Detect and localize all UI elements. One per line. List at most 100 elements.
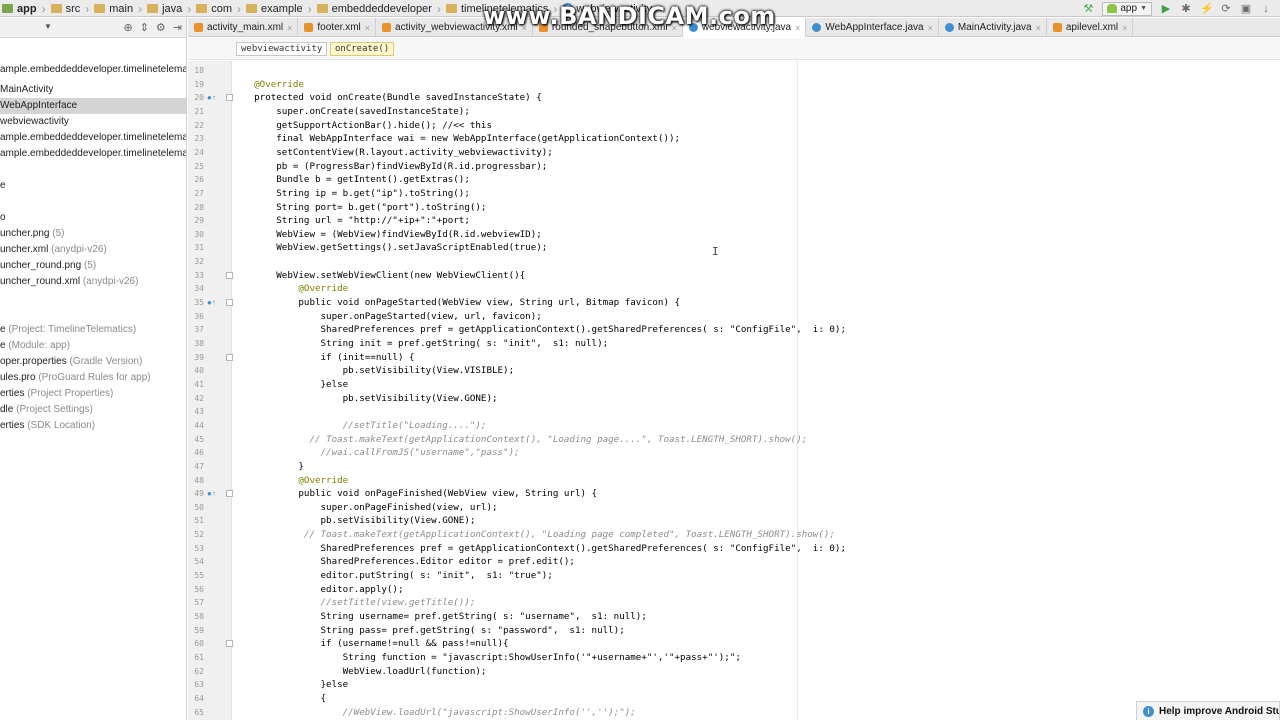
close-icon[interactable]: × [928, 23, 933, 33]
folder-icon [316, 4, 328, 13]
code-line: @Override [232, 474, 349, 486]
mouse-cursor-icon: I [712, 245, 719, 258]
breadcrumb-label: example [261, 2, 303, 15]
tab-label: WebAppInterface.java [825, 22, 924, 33]
editor-tab[interactable]: footer.xml × [298, 18, 377, 37]
chevron-down-icon[interactable]: ▼ [44, 22, 52, 31]
gear-icon[interactable]: ⚙ [156, 21, 166, 34]
override-marker-icon[interactable]: ●↑ [207, 487, 216, 500]
close-icon[interactable]: × [1036, 23, 1041, 33]
code-line: final WebAppInterface wai = new WebAppIn… [232, 133, 681, 145]
tree-item[interactable]: ules.pro (ProGuard Rules for app) [0, 370, 186, 386]
breadcrumb-label: embeddeddeveloper [331, 2, 432, 15]
line-number: 21 [194, 106, 204, 116]
profile-icon[interactable]: ⚡ [1200, 3, 1214, 15]
notification-balloon[interactable]: i Help improve Android Stud [1136, 701, 1280, 720]
folder-icon [2, 4, 13, 13]
tree-item[interactable]: MainActivity [0, 82, 186, 98]
tree-item-hint: (anydpi-v26) [80, 276, 139, 287]
close-icon[interactable]: × [1122, 23, 1127, 33]
line-number: 57 [194, 598, 204, 608]
sync-icon[interactable]: ⟳ [1220, 3, 1232, 15]
tree-item-hint: (SDK Location) [24, 420, 96, 431]
line-number: 49 [194, 489, 204, 499]
make-project-icon[interactable]: ⚒ [1082, 3, 1094, 15]
breadcrumb-item[interactable]: java [145, 0, 184, 17]
tree-item[interactable]: uncher_round.png (5) [0, 258, 186, 274]
editor-tab[interactable]: WebAppInterface.java × [806, 18, 939, 37]
code-line: @Override [232, 78, 304, 90]
line-number: 40 [194, 366, 204, 376]
tree-item[interactable]: oper.properties (Gradle Version) [0, 354, 186, 370]
line-number: 38 [194, 339, 204, 348]
toolbar: ⚒ app ▼ ▶ ✱ ⚡ ⟳ ▣ ↓ [1082, 0, 1280, 17]
breadcrumb-item[interactable]: app [0, 0, 39, 17]
tree-item[interactable]: e [0, 178, 186, 194]
debug-icon[interactable]: ✱ [1180, 3, 1192, 15]
collapse-all-icon[interactable]: ⇕ [140, 21, 149, 34]
breadcrumb-method[interactable]: onCreate() [330, 42, 395, 56]
tree-item[interactable]: erties (SDK Location) [0, 418, 186, 434]
tree-item-label: WebAppInterface [0, 100, 78, 111]
code-line: // Toast.makeText(getApplicationContext(… [232, 433, 808, 445]
tree-item[interactable]: webviewactivity [0, 114, 186, 130]
line-number: 56 [194, 584, 204, 594]
breadcrumb-item[interactable]: com [194, 0, 234, 17]
code-line: String username= pref.getString( s: "use… [232, 611, 647, 622]
tree-item[interactable]: e (Project: TimelineTelematics) [0, 322, 186, 338]
info-icon: i [1143, 705, 1154, 717]
run-config-select[interactable]: app ▼ [1102, 1, 1152, 16]
tab-label: MainActivity.java [957, 22, 1032, 33]
close-icon[interactable]: × [287, 23, 292, 33]
tree-item[interactable]: uncher.xml (anydpi-v26) [0, 242, 186, 258]
close-icon[interactable]: × [795, 23, 800, 33]
breadcrumb-item[interactable]: example [244, 0, 305, 17]
avd-manager-icon[interactable]: ▣ [1240, 3, 1252, 15]
tree-item-hint: (Gradle Version) [66, 356, 143, 367]
breadcrumb-class[interactable]: webviewactivity [236, 42, 328, 56]
tree-item[interactable]: e (Module: app) [0, 338, 186, 354]
folder-icon [445, 4, 457, 13]
line-number: 31 [194, 243, 204, 253]
line-number: 18 [194, 66, 204, 75]
tree-item-hint: (5) [81, 260, 97, 271]
line-number: 45 [194, 434, 204, 444]
breadcrumb-item[interactable]: main [92, 0, 135, 17]
tree-item[interactable]: uncher.png (5) [0, 226, 186, 242]
tree-item[interactable]: erties (Project Properties) [0, 386, 186, 402]
override-marker-icon[interactable]: ●↑ [207, 91, 216, 104]
sdk-manager-icon[interactable]: ↓ [1260, 3, 1272, 15]
tree-item[interactable]: ample.embeddeddeveloper.timelinetelemati [0, 62, 186, 78]
notification-text: Help improve Android Stud [1159, 705, 1280, 717]
run-icon[interactable]: ▶ [1160, 3, 1172, 15]
tree-item[interactable]: WebAppInterface [0, 98, 186, 114]
line-number: 32 [194, 257, 204, 267]
line-number: 52 [194, 530, 204, 540]
tree-item[interactable]: ample.embeddeddeveloper.timelinetelemati [0, 130, 186, 146]
scroll-from-source-icon[interactable]: ⊕ [123, 21, 132, 34]
editor-tab[interactable]: MainActivity.java × [939, 18, 1047, 37]
code-line: super.onPageFinished(view, url); [232, 501, 498, 513]
code-line: @Override [232, 283, 349, 295]
tree-item[interactable]: dle (Project Settings) [0, 402, 186, 418]
tree-item[interactable]: uncher_round.xml (anydpi-v26) [0, 274, 186, 290]
code-line: WebView.getSettings().setJavaScriptEnabl… [232, 242, 548, 254]
xml-file-icon [194, 23, 203, 32]
breadcrumb-separator: › [436, 1, 441, 16]
hide-icon[interactable]: ⇥ [173, 21, 182, 34]
line-number: 61 [194, 652, 204, 662]
code-editor[interactable]: @Override protected void onCreate(Bundle… [232, 61, 1280, 720]
run-config-label: app [1120, 3, 1138, 14]
breadcrumb-item[interactable]: src [49, 0, 83, 17]
override-marker-icon[interactable]: ●↑ [207, 296, 216, 309]
tree-item-label: MainActivity [0, 84, 54, 95]
close-icon[interactable]: × [365, 23, 370, 33]
breadcrumb-item[interactable]: embeddeddeveloper [315, 0, 434, 17]
editor-tab[interactable]: apilevel.xml × [1047, 18, 1134, 37]
code-line: SharedPreferences pref = getApplicationC… [232, 324, 846, 336]
editor-tab[interactable]: activity_main.xml × [188, 18, 299, 37]
code-line: String pass= pref.getString( s: "passwor… [232, 624, 625, 636]
tree-item[interactable]: o [0, 210, 186, 226]
tree-item-hint: (Project Settings) [13, 404, 93, 415]
tree-item[interactable]: ample.embeddeddeveloper.timelinetelemati [0, 146, 186, 162]
